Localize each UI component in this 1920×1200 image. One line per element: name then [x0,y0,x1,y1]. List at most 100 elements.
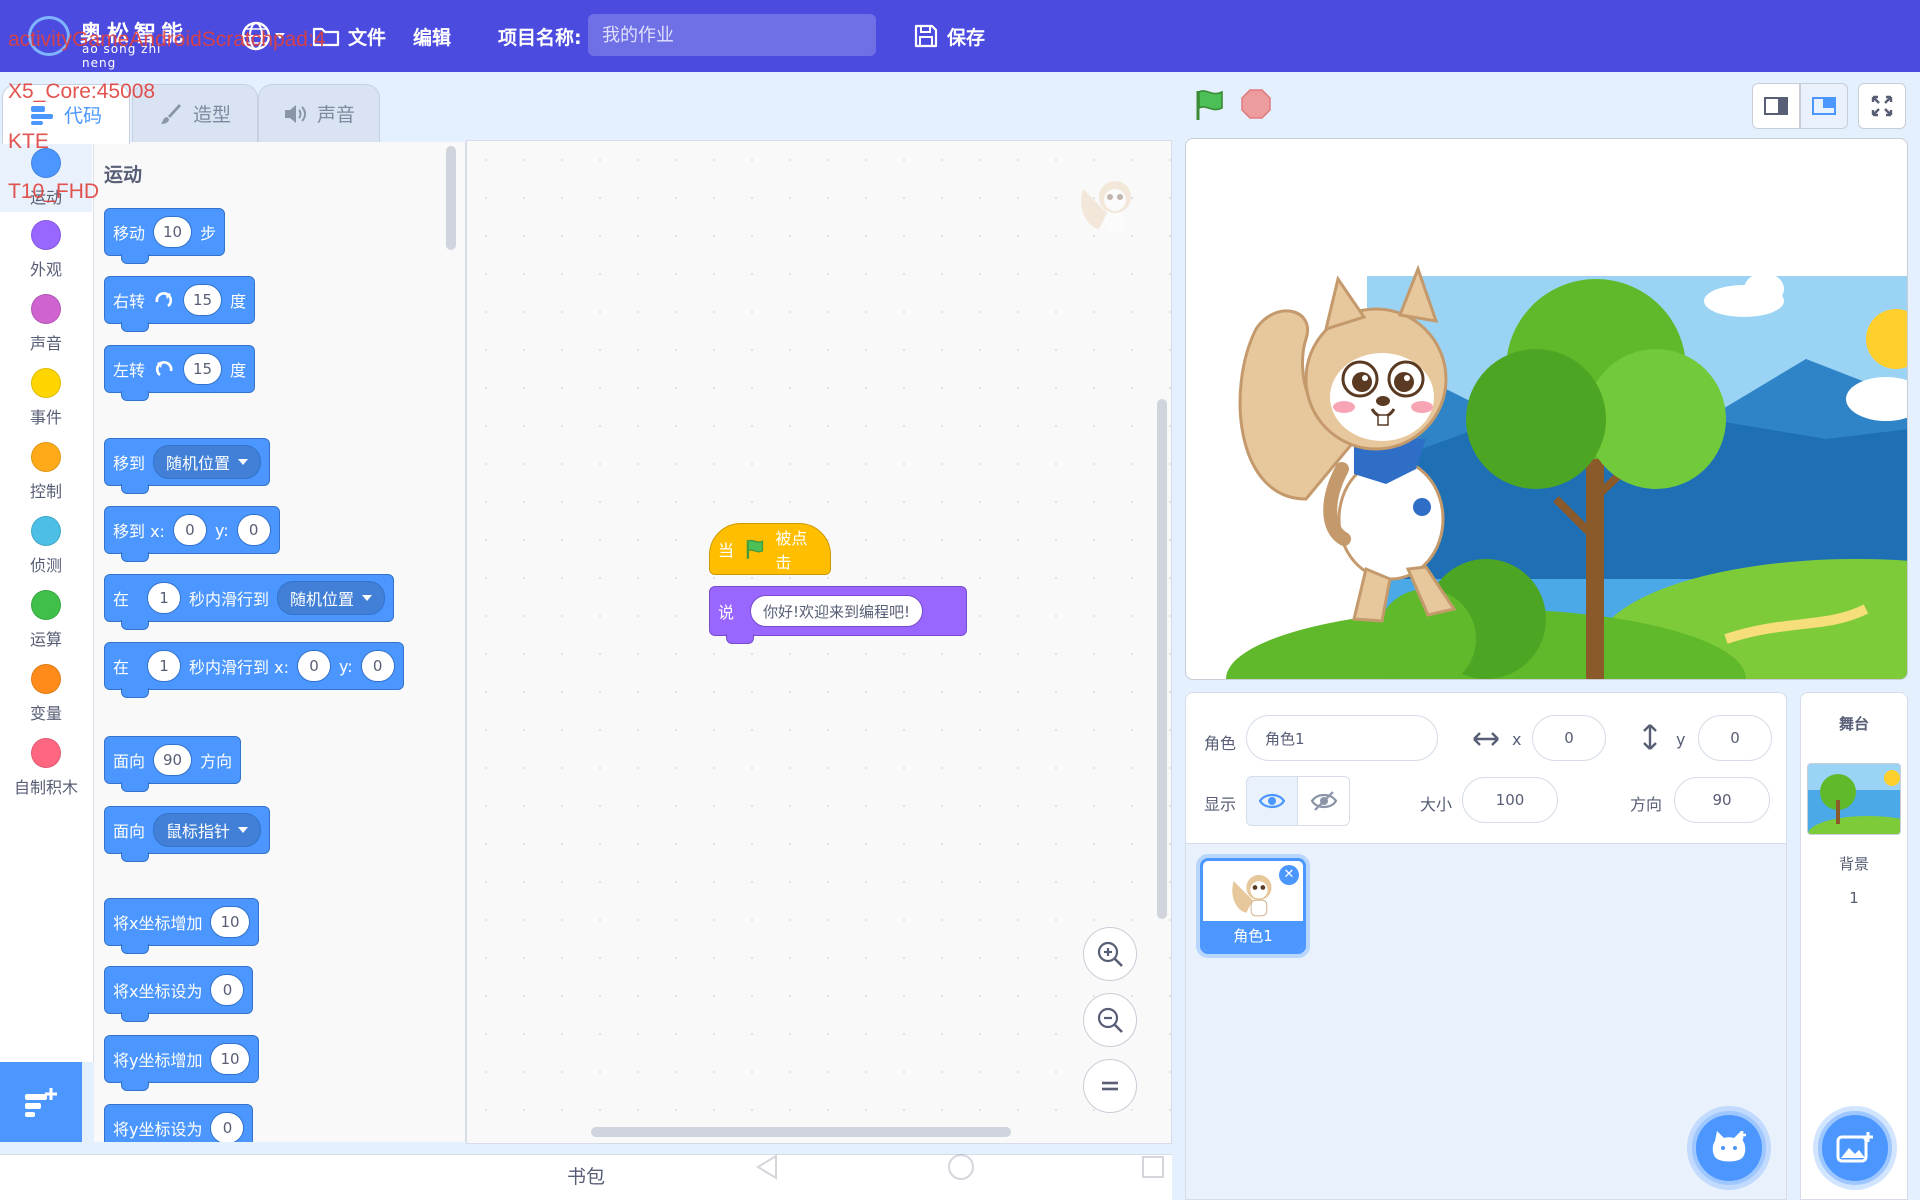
category-dot [31,368,61,398]
block-input[interactable]: 0 [210,974,245,1006]
say-block[interactable]: 说 你好!欢迎来到编程吧! [709,586,967,644]
block-text: 面向 [113,822,146,841]
backdrop-thumbnail[interactable] [1807,763,1901,835]
size-label: 大小 [1420,795,1453,814]
block-input[interactable]: 0 [210,1112,245,1142]
category-looks[interactable]: 外观 [0,220,92,280]
project-name-input[interactable] [588,14,876,56]
add-extension-button[interactable] [0,1062,82,1142]
current-sprite-watermark [1081,181,1131,233]
block-input[interactable]: 0 [360,650,395,682]
block-text: y: [338,656,353,676]
workspace-vertical-scrollbar[interactable] [1157,399,1167,919]
add-backdrop-button[interactable] [1818,1111,1892,1185]
palette-heading: 运动 [104,164,143,186]
block-turn-left[interactable]: 左转 15 度 [104,345,256,401]
block-glide-to[interactable]: 在 1 秒内滑行到 随机位置 [104,574,395,630]
y-input[interactable]: 0 [1698,715,1772,761]
category-dot [31,664,61,694]
small-stage-icon [1764,97,1788,115]
block-text: 在 [113,658,130,677]
block-dropdown[interactable]: 随机位置 [277,581,386,615]
fullscreen-button[interactable] [1858,83,1906,129]
block-go-to[interactable]: 移到 随机位置 [104,438,271,494]
hide-sprite-button[interactable] [1298,776,1350,826]
category-label: 外观 [29,260,62,279]
block-point-in-direction[interactable]: 面向 90 方向 [104,736,242,792]
backdrop-count: 1 [1849,889,1859,907]
block-text: 将x坐标设为 [113,982,203,1001]
zoom-reset-button[interactable] [1083,1059,1137,1113]
category-events[interactable]: 事件 [0,368,92,428]
block-dropdown[interactable]: 随机位置 [153,445,262,479]
category-variables[interactable]: 变量 [0,664,92,724]
block-input[interactable]: 0 [172,514,207,546]
x-input[interactable]: 0 [1532,715,1606,761]
add-sprite-button[interactable] [1692,1111,1766,1185]
block-input[interactable]: 10 [153,216,193,248]
green-flag-icon [746,539,764,559]
image-plus-icon [1836,1132,1873,1163]
block-input[interactable]: 0 [296,650,331,682]
block-dropdown[interactable]: 鼠标指针 [153,813,262,847]
block-input[interactable]: 90 [153,744,193,776]
category-my-blocks[interactable]: 自制积木 [0,738,92,798]
direction-input[interactable]: 90 [1674,777,1770,823]
project-name-label: 项目名称: [498,26,582,49]
block-change-y[interactable]: 将y坐标增加 10 [104,1035,259,1091]
small-stage-button[interactable] [1752,83,1800,129]
block-glide-to-xy[interactable]: 在 1 秒内滑行到 x: 0 y: 0 [104,642,404,698]
tab-sound[interactable]: 声音 [258,84,380,142]
category-control[interactable]: 控制 [0,442,92,502]
category-label: 自制积木 [13,778,78,797]
block-input[interactable]: 10 [210,1043,250,1075]
block-set-y[interactable]: 将y坐标设为 0 [104,1104,254,1142]
block-set-x[interactable]: 将x坐标设为 0 [104,966,254,1022]
large-stage-button[interactable] [1800,83,1848,129]
save-icon [914,24,938,48]
show-sprite-button[interactable] [1246,776,1298,826]
block-input[interactable]: 1 [147,650,182,682]
sprite-tile[interactable]: ✕ 角色1 [1200,858,1306,954]
edit-menu[interactable]: 编辑 [413,20,451,52]
fullscreen-icon [1871,95,1893,117]
zoom-out-button[interactable] [1083,993,1137,1047]
stop-button[interactable] [1240,88,1272,120]
block-turn-right[interactable]: 右转 15 度 [104,276,256,332]
block-text: 移到 [113,454,146,473]
eye-off-icon [1310,791,1337,811]
category-label: 事件 [29,408,62,427]
category-sensing[interactable]: 侦测 [0,516,92,576]
block-point-towards[interactable]: 面向 鼠标指针 [104,806,271,862]
block-input[interactable]: 0 [236,514,271,546]
say-text-input[interactable]: 你好!欢迎来到编程吧! [750,595,924,627]
debug-text: activityGameAndroidScratchpad:4 [8,28,326,51]
dropdown-value: 随机位置 [290,590,355,609]
block-input[interactable]: 1 [147,582,182,614]
block-go-to-xy[interactable]: 移到 x: 0 y: 0 [104,506,280,562]
block-change-x[interactable]: 将x坐标增加 10 [104,898,259,954]
y-label: y [1676,730,1686,749]
block-palette: 运动 移动 10 步 右转 15 度 左转 15 度 移到 随机位置 移到 x:… [94,142,466,1142]
green-flag-button[interactable] [1192,88,1226,122]
block-input[interactable]: 15 [183,353,223,385]
workspace-horizontal-scrollbar[interactable] [591,1127,1011,1137]
block-input[interactable]: 15 [183,284,223,316]
sprite-name-input[interactable]: 角色1 [1246,715,1438,761]
category-operators[interactable]: 运算 [0,590,92,650]
palette-scrollbar[interactable] [446,146,456,250]
script-workspace[interactable]: 当 被点击 说 你好!欢迎来到编程吧! [466,140,1172,1144]
stage[interactable] [1185,138,1908,680]
sprite-tile-name: 角色1 [1203,921,1303,951]
size-input[interactable]: 100 [1462,777,1558,823]
backpack-bar[interactable]: 书包 [0,1154,1172,1200]
save-button[interactable]: 保存 [913,20,985,52]
category-dot [31,294,61,324]
category-sound[interactable]: 声音 [0,294,92,354]
block-text: 面向 [113,752,146,771]
block-input[interactable]: 10 [210,906,250,938]
when-flag-clicked-block[interactable]: 当 被点击 [709,523,831,575]
block-move-steps[interactable]: 移动 10 步 [104,208,226,264]
zoom-in-button[interactable] [1083,927,1137,981]
delete-sprite-button[interactable]: ✕ [1279,865,1299,885]
